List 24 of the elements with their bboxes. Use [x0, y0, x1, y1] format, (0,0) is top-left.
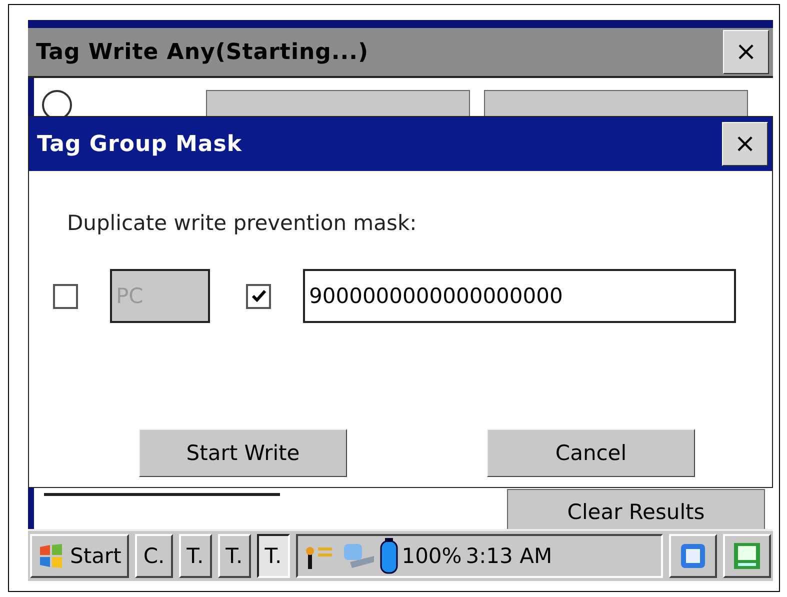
windows-logo-icon: [38, 543, 64, 569]
battery-icon: [380, 538, 398, 574]
input-method-button[interactable]: [723, 534, 771, 578]
cancel-button[interactable]: Cancel: [487, 429, 695, 477]
keyboard-icon: [731, 540, 763, 572]
dialog-title: Tag Group Mask: [37, 132, 242, 156]
start-button[interactable]: Start: [30, 534, 130, 578]
start-write-button[interactable]: Start Write: [139, 429, 347, 477]
checkmark-icon: [250, 289, 266, 303]
battery-level: 100%: [402, 544, 462, 568]
window-title: Tag Write Any(Starting...): [36, 40, 369, 64]
checkbox[interactable]: [246, 284, 271, 308]
close-button[interactable]: ×: [723, 30, 769, 74]
computer-icon: [342, 542, 376, 570]
task-button[interactable]: C.: [135, 534, 173, 578]
task-button[interactable]: T.: [218, 534, 251, 578]
mask-label: Duplicate write prevention mask:: [67, 211, 418, 235]
task-button[interactable]: T.: [256, 534, 290, 578]
clear-results-button[interactable]: Clear Results: [507, 489, 765, 529]
sync-button[interactable]: [669, 534, 717, 578]
mask-field[interactable]: 9000000000000000000: [303, 269, 736, 323]
task-button[interactable]: T.: [178, 534, 212, 578]
clock: 3:13 AM: [466, 544, 552, 568]
close-button[interactable]: ×: [722, 122, 768, 166]
